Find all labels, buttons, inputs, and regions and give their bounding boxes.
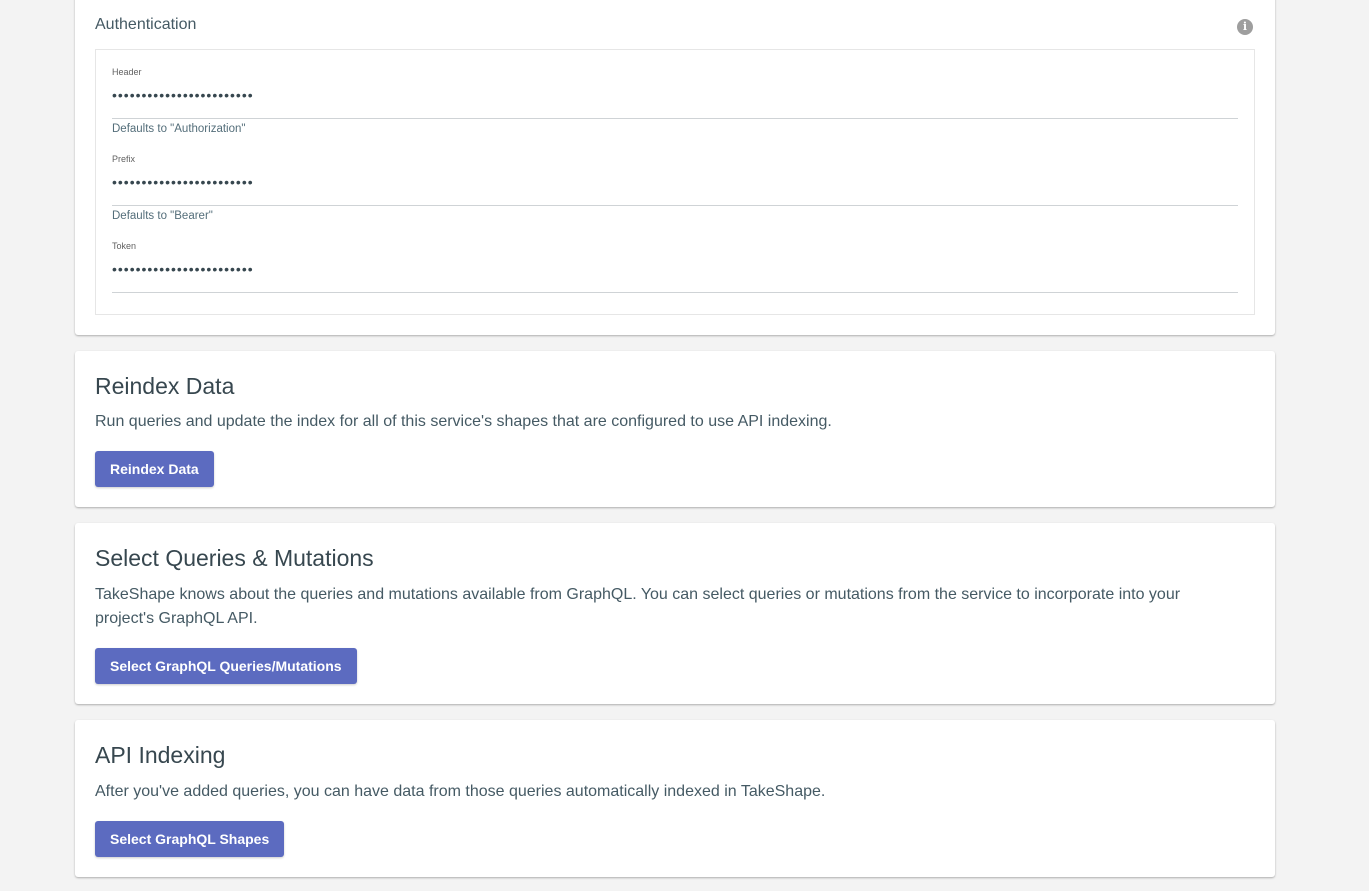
- token-field: Token ••••••••••••••••••••••••: [112, 240, 1238, 293]
- header-input[interactable]: ••••••••••••••••••••••••: [112, 88, 1238, 119]
- token-input[interactable]: ••••••••••••••••••••••••: [112, 262, 1238, 293]
- queries-card: Select Queries & Mutations TakeShape kno…: [75, 523, 1275, 704]
- prefix-input[interactable]: ••••••••••••••••••••••••: [112, 175, 1238, 206]
- select-queries-button[interactable]: Select GraphQL Queries/Mutations: [95, 648, 357, 684]
- authentication-card: Authentication i Header ••••••••••••••••…: [75, 0, 1275, 335]
- reindex-title: Reindex Data: [95, 373, 235, 399]
- queries-title: Select Queries & Mutations: [95, 545, 374, 571]
- header-field-label: Header: [112, 67, 142, 77]
- prefix-helper-text: Defaults to "Bearer": [112, 210, 213, 222]
- reindex-card: Reindex Data Run queries and update the …: [75, 351, 1275, 507]
- queries-description: TakeShape knows about the queries and mu…: [95, 586, 1181, 627]
- info-icon[interactable]: i: [1237, 19, 1253, 35]
- authentication-fields: Header •••••••••••••••••••••••• Defaults…: [95, 49, 1255, 315]
- indexing-title: API Indexing: [95, 742, 226, 768]
- reindex-data-button[interactable]: Reindex Data: [95, 451, 214, 487]
- header-field: Header •••••••••••••••••••••••• Defaults…: [112, 66, 1238, 135]
- authentication-title: Authentication: [95, 16, 197, 33]
- select-shapes-button[interactable]: Select GraphQL Shapes: [95, 821, 285, 857]
- indexing-description: After you've added queries, you can have…: [95, 783, 826, 800]
- reindex-description: Run queries and update the index for all…: [95, 413, 832, 430]
- prefix-field-label: Prefix: [112, 154, 136, 164]
- indexing-card: API Indexing After you've added queries,…: [75, 720, 1275, 877]
- header-helper-text: Defaults to "Authorization": [112, 123, 246, 135]
- token-field-label: Token: [112, 241, 137, 251]
- prefix-field: Prefix •••••••••••••••••••••••• Defaults…: [112, 153, 1238, 222]
